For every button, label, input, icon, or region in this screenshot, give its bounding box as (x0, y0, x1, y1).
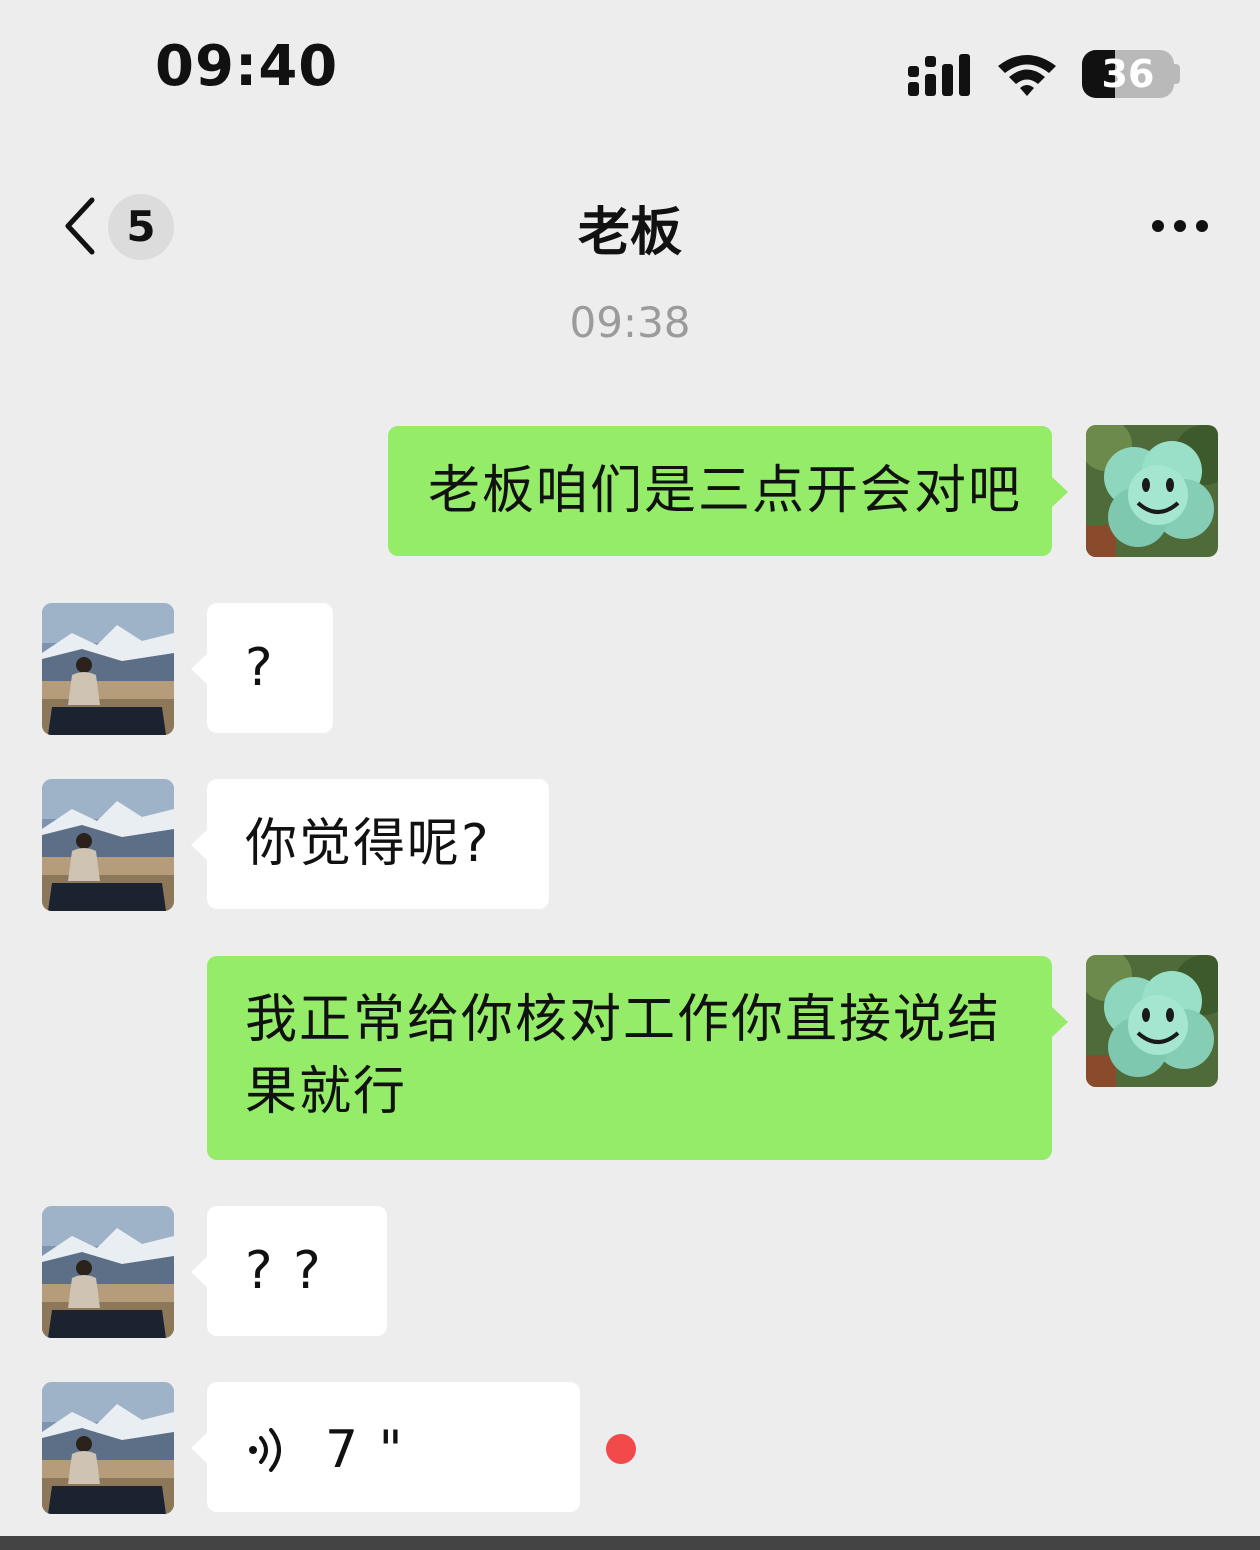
message-bubble-incoming[interactable]: 你觉得呢? (191, 779, 549, 909)
voice-unread-dot (606, 1434, 636, 1464)
more-dots-icon[interactable] (1150, 212, 1210, 240)
message-bubble-incoming[interactable]: ? ? (191, 1206, 387, 1336)
chat-title: 老板 (577, 203, 682, 263)
cellular-signal-icon (908, 54, 970, 96)
message-text: 我正常给你核对工作你直接说结果就行 (245, 990, 1002, 1122)
battery-cap (1174, 64, 1180, 84)
voice-message-bubble[interactable]: 7 " (191, 1382, 580, 1512)
message-text: 你觉得呢? (245, 814, 491, 874)
contact-avatar[interactable] (42, 779, 174, 911)
message-text: 老板咱们是三点开会对吧 (428, 461, 1023, 521)
wifi-icon (998, 55, 1056, 96)
voice-wave-icon (249, 1428, 281, 1472)
message-bubble-outgoing[interactable]: 我正常给你核对工作你直接说结果就行 (207, 956, 1068, 1160)
self-avatar[interactable] (1086, 425, 1218, 557)
self-avatar[interactable] (1086, 955, 1218, 1087)
status-time: 09:40 (155, 34, 339, 99)
contact-avatar[interactable] (42, 1382, 174, 1514)
message-timestamp: 09:38 (569, 298, 691, 347)
message-bubble-incoming[interactable]: ? (191, 603, 333, 733)
battery-indicator: 36 (1082, 50, 1174, 98)
contact-avatar[interactable] (42, 603, 174, 735)
message-bubble-outgoing[interactable]: 老板咱们是三点开会对吧 (388, 426, 1068, 556)
bottom-bar (0, 1536, 1260, 1550)
message-text: ? ? (245, 1241, 323, 1301)
battery-level: 36 (1101, 52, 1155, 96)
voice-duration: 7 " (325, 1420, 405, 1480)
message-text: ? (245, 638, 275, 698)
contact-avatar[interactable] (42, 1206, 174, 1338)
